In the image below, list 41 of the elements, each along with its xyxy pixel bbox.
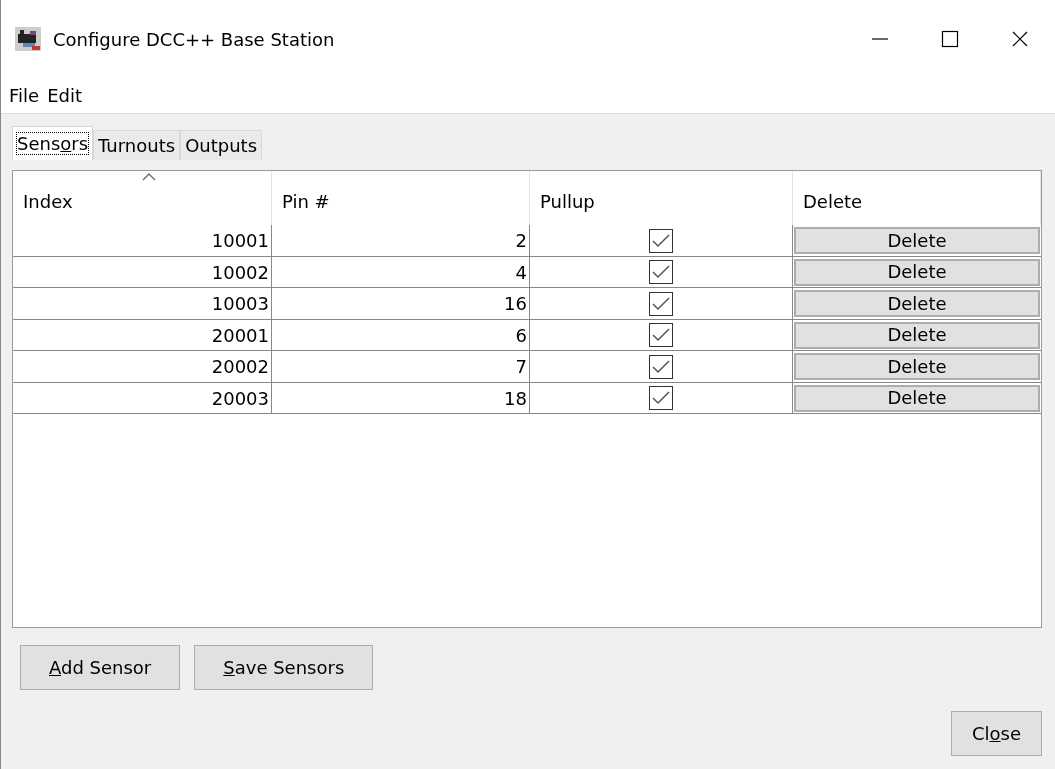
column-header[interactable]: Delete	[793, 171, 1041, 225]
checkbox[interactable]	[649, 260, 673, 284]
close-dialog-button[interactable]: Close	[950, 711, 1042, 756]
tab[interactable]: Outputs	[180, 130, 263, 160]
tab[interactable]: Sensors	[12, 126, 94, 160]
table-cell: 10001	[13, 225, 272, 256]
table-cell: 16	[272, 288, 530, 319]
checkbox[interactable]	[649, 323, 673, 347]
locomotive-icon	[15, 27, 41, 51]
minimize-icon	[872, 38, 888, 40]
window-title: Configure DCC++ Base Station	[53, 27, 335, 52]
action-button[interactable]: Add Sensor	[20, 645, 181, 690]
table-cell: 20002	[13, 351, 272, 382]
table-cell: 20003	[13, 382, 272, 414]
checkbox[interactable]	[649, 386, 673, 410]
delete-button[interactable]: Delete	[794, 290, 1040, 317]
maximize-icon	[940, 29, 960, 49]
table-cell: 20001	[13, 319, 272, 351]
table-cell: 7	[272, 351, 530, 382]
table-cell: 10003	[13, 288, 272, 319]
checkbox[interactable]	[649, 228, 673, 253]
checkbox[interactable]	[649, 354, 673, 379]
table-cell: 10002	[13, 256, 272, 288]
tab[interactable]: Turnouts	[93, 130, 181, 160]
delete-button[interactable]: Delete	[794, 353, 1040, 380]
table-cell: 2	[272, 225, 530, 256]
delete-button[interactable]: Delete	[794, 227, 1040, 254]
action-button[interactable]: Save Sensors	[194, 645, 374, 690]
delete-button[interactable]: Delete	[794, 258, 1040, 286]
checkbox[interactable]	[649, 291, 673, 316]
close-icon	[1010, 29, 1030, 49]
column-header[interactable]: Pullup	[530, 171, 793, 225]
table-cell: 18	[272, 382, 530, 414]
table-cell: 6	[272, 319, 530, 351]
menu-item[interactable]: File	[5, 82, 44, 109]
table-cell: 4	[272, 256, 530, 288]
delete-button[interactable]: Delete	[794, 384, 1040, 412]
column-header[interactable]: Pin #	[272, 171, 530, 225]
delete-button[interactable]: Delete	[794, 321, 1040, 349]
column-header[interactable]: Index	[13, 171, 272, 225]
menu-item[interactable]: Edit	[43, 82, 86, 109]
